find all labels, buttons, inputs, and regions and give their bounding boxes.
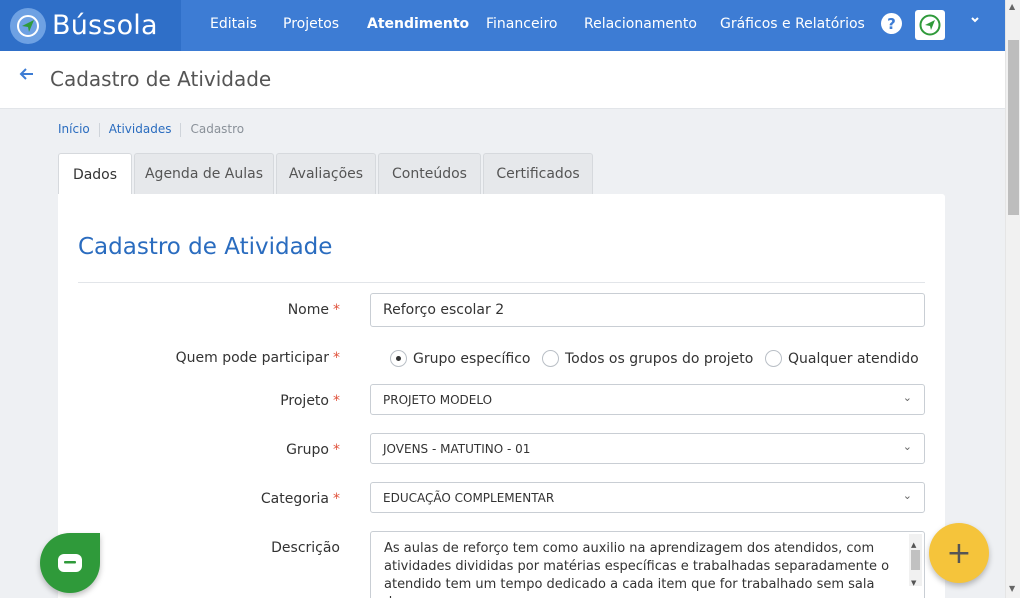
breadcrumb-separator: [98, 123, 100, 137]
chevron-down-icon: ⌄: [902, 440, 912, 453]
avatar[interactable]: [915, 10, 945, 40]
categoria-select-value: EDUCAÇÃO COMPLEMENTAR: [383, 491, 555, 505]
chat-icon: [58, 554, 82, 572]
scroll-down-icon[interactable]: ▼: [1009, 584, 1015, 593]
page-header: Cadastro de Atividade: [0, 51, 1005, 109]
page-title: Cadastro de Atividade: [50, 67, 272, 91]
scroll-up-icon[interactable]: ▲: [1009, 2, 1015, 11]
tab-certificados[interactable]: Certificados: [483, 153, 593, 194]
nav-item-relacionamento[interactable]: Relacionamento: [584, 16, 697, 32]
radio-qualquer-atendido[interactable]: Qualquer atendido: [765, 350, 919, 367]
chevron-down-icon: ⌄: [902, 391, 912, 404]
categoria-select[interactable]: EDUCAÇÃO COMPLEMENTAR ⌄: [370, 482, 925, 513]
chat-button[interactable]: [40, 533, 100, 593]
chevron-down-icon[interactable]: [969, 14, 981, 29]
breadcrumb-separator: [180, 123, 182, 137]
brand-name: Bússola: [52, 10, 158, 41]
radio-label: Todos os grupos do projeto: [565, 350, 754, 367]
compass-logo-icon: [10, 7, 46, 44]
nav-item-financeiro[interactable]: Financeiro: [486, 16, 557, 32]
radio-circle: [542, 350, 559, 367]
chevron-down-icon: ⌄: [902, 489, 912, 502]
tab-conteudos[interactable]: Conteúdos: [378, 153, 481, 194]
required-mark: *: [333, 350, 340, 366]
radio-circle: [390, 350, 407, 367]
scroll-thumb[interactable]: [1008, 40, 1019, 215]
projeto-label: Projeto *: [280, 393, 340, 409]
required-mark: *: [333, 393, 340, 409]
radio-label: Grupo específico: [413, 350, 531, 367]
radio-label: Qualquer atendido: [788, 350, 919, 367]
radio-todos-grupos[interactable]: Todos os grupos do projeto: [542, 350, 753, 367]
add-button[interactable]: +: [929, 523, 989, 583]
form-title: Cadastro de Atividade: [78, 234, 333, 260]
descricao-text: As aulas de reforço tem como auxilio na …: [384, 541, 890, 598]
nav-item-graficos-relatorios[interactable]: Gráficos e Relatórios: [720, 16, 865, 32]
descricao-textarea[interactable]: As aulas de reforço tem como auxilio na …: [370, 531, 925, 598]
tab-avaliacoes[interactable]: Avaliações: [276, 153, 376, 194]
breadcrumb: Início Atividades Cadastro: [58, 122, 244, 137]
brand[interactable]: Bússola: [0, 0, 181, 51]
grupo-label: Grupo *: [286, 442, 340, 458]
nav-item-atendimento[interactable]: Atendimento: [367, 16, 469, 32]
projeto-select[interactable]: PROJETO MODELO ⌄: [370, 384, 925, 415]
nome-label: Nome *: [287, 302, 340, 318]
back-arrow-icon[interactable]: [19, 66, 35, 87]
page-scrollbar[interactable]: ▲ ▼: [1005, 0, 1020, 598]
radio-grupo-especifico[interactable]: Grupo específico: [390, 350, 530, 367]
descricao-label: Descrição: [271, 540, 340, 556]
required-mark: *: [333, 491, 340, 507]
grupo-select-value: JOVENS - MATUTINO - 01: [383, 442, 531, 456]
grupo-select[interactable]: JOVENS - MATUTINO - 01 ⌄: [370, 433, 925, 464]
participar-label: Quem pode participar *: [175, 350, 340, 366]
top-navbar: Bússola Editais Projetos Atendimento Fin…: [0, 0, 1005, 51]
nav-item-projetos[interactable]: Projetos: [283, 16, 339, 32]
textarea-scrollbar[interactable]: ▲ ▼: [909, 534, 922, 587]
help-icon[interactable]: ?: [881, 13, 902, 34]
breadcrumb-cadastro: Cadastro: [190, 122, 245, 136]
divider: [78, 282, 925, 283]
nome-field[interactable]: Reforço escolar 2: [370, 293, 925, 327]
breadcrumb-inicio[interactable]: Início: [58, 122, 90, 137]
breadcrumb-atividades[interactable]: Atividades: [109, 122, 172, 137]
scroll-down-icon[interactable]: ▼: [911, 574, 916, 592]
projeto-select-value: PROJETO MODELO: [383, 393, 493, 407]
categoria-label: Categoria *: [260, 491, 340, 507]
required-mark: *: [333, 302, 340, 318]
tab-agenda-de-aulas[interactable]: Agenda de Aulas: [134, 153, 274, 194]
radio-circle: [765, 350, 782, 367]
required-mark: *: [333, 442, 340, 458]
scroll-thumb[interactable]: [911, 550, 920, 570]
tab-dados[interactable]: Dados: [58, 153, 132, 195]
nav-item-editais[interactable]: Editais: [210, 16, 257, 32]
